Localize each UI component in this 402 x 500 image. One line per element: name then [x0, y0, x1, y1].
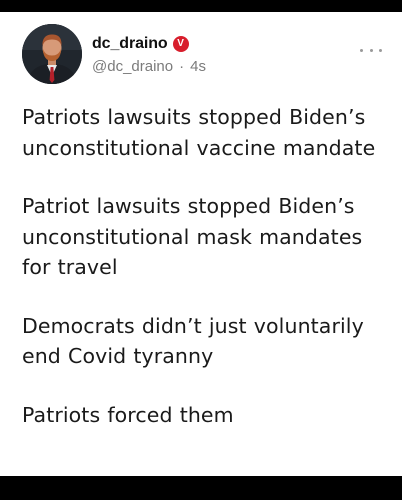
- meta-separator: ·: [179, 58, 185, 75]
- top-black-bar: [0, 0, 402, 12]
- meta-row: @dc_draino · 4s: [92, 58, 206, 75]
- more-dots-icon[interactable]: [360, 44, 382, 56]
- post-paragraph-3: Democrats didn’t just voluntarily end Co…: [22, 313, 364, 369]
- post-body: Patriots lawsuits stopped Biden’s uncons…: [22, 102, 392, 458]
- more-dot: [369, 48, 373, 52]
- post-header: dc_draino V @dc_draino · 4s: [22, 24, 382, 88]
- avatar[interactable]: [22, 24, 82, 84]
- bottom-black-bar: [0, 476, 402, 500]
- more-dot: [360, 48, 363, 52]
- verified-badge-icon: V: [172, 36, 189, 52]
- display-name[interactable]: dc_draino: [92, 35, 168, 53]
- post-paragraph-2: Patriot lawsuits stopped Biden’s unconst…: [22, 194, 363, 279]
- post-paragraph-4: Patriots forced them: [22, 402, 234, 427]
- name-row: dc_draino V: [92, 34, 189, 54]
- user-handle[interactable]: @dc_draino: [92, 58, 173, 75]
- avatar-image: [22, 24, 82, 84]
- post-timestamp[interactable]: 4s: [190, 58, 206, 75]
- post-paragraph-1: Patriots lawsuits stopped Biden’s uncons…: [22, 105, 376, 160]
- more-dot: [379, 48, 382, 52]
